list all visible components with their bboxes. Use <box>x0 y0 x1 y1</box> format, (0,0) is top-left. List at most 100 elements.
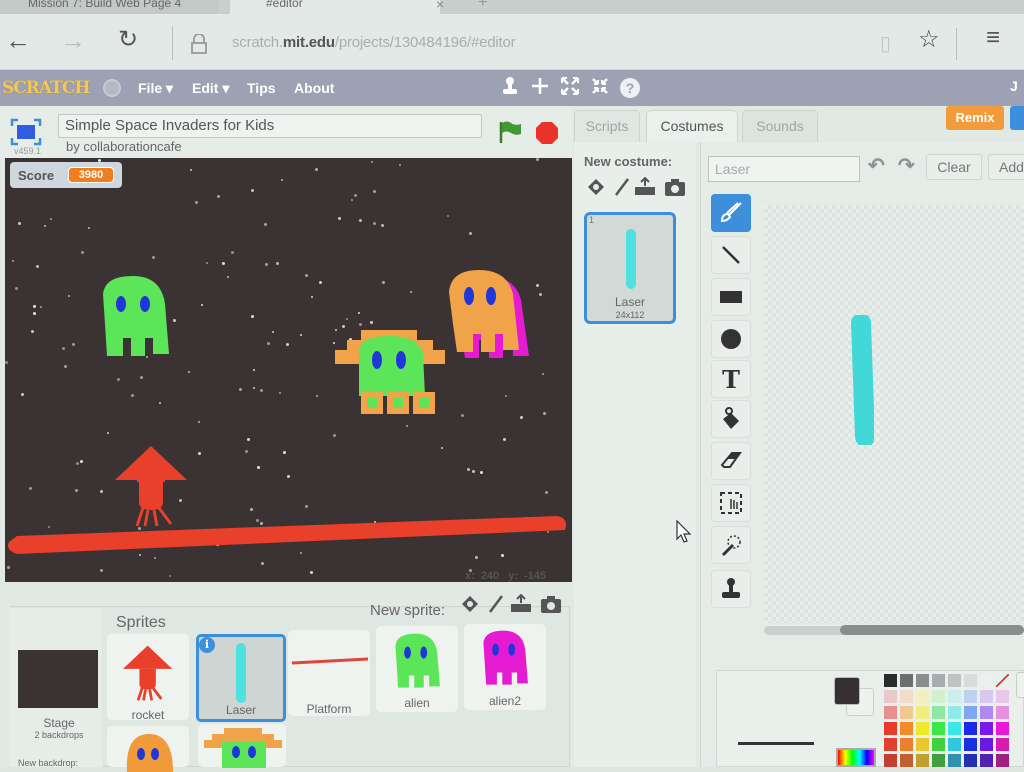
color-swatch[interactable] <box>980 674 993 687</box>
see-project-page-button[interactable] <box>1010 106 1024 130</box>
ellipse-tool[interactable] <box>711 320 751 358</box>
color-swatch[interactable] <box>964 674 977 687</box>
color-swatch[interactable] <box>884 690 897 703</box>
score-monitor[interactable]: Score 3980 <box>10 162 122 188</box>
color-swatch[interactable] <box>884 674 897 687</box>
menu-tips[interactable]: Tips <box>247 80 276 96</box>
color-swatch[interactable] <box>900 722 913 735</box>
alien2-sprite[interactable] <box>445 270 535 362</box>
color-swatch[interactable] <box>964 722 977 735</box>
color-swatch[interactable] <box>964 754 977 767</box>
choose-sprite-from-library-icon[interactable] <box>460 594 480 620</box>
delete-scissors-icon[interactable] <box>530 76 550 102</box>
color-swatch[interactable] <box>900 674 913 687</box>
color-swatch[interactable] <box>948 738 961 751</box>
address-bar[interactable]: scratch.mit.edu/projects/130484196/#edit… <box>232 34 516 51</box>
color-swatch[interactable] <box>916 738 929 751</box>
upload-costume-icon[interactable] <box>634 176 656 203</box>
color-swatch[interactable] <box>884 738 897 751</box>
color-swatch[interactable] <box>996 690 1009 703</box>
color-swatch[interactable] <box>996 722 1009 735</box>
menu-about[interactable]: About <box>294 80 334 96</box>
text-tool[interactable]: T <box>711 360 751 398</box>
remix-button[interactable]: Remix <box>946 106 1004 130</box>
browser-tab-editor[interactable]: #editor <box>230 0 440 14</box>
favorite-star-icon[interactable]: ☆ <box>918 26 940 54</box>
project-title-input[interactable]: Simple Space Invaders for Kids <box>58 114 482 138</box>
fill-tool[interactable] <box>711 400 751 438</box>
duplicate-stamp-icon[interactable] <box>500 76 520 102</box>
project-author[interactable]: by collaborationcafe <box>66 139 182 154</box>
scratch-logo[interactable]: SCRATCH <box>2 78 90 98</box>
color-swatch[interactable] <box>932 674 945 687</box>
color-swatch[interactable] <box>932 722 945 735</box>
select-tool[interactable] <box>711 484 751 522</box>
color-swatch[interactable] <box>948 722 961 735</box>
color-swatch[interactable] <box>996 706 1009 719</box>
costume-name-input[interactable]: Laser <box>708 156 860 182</box>
color-swatch[interactable] <box>900 706 913 719</box>
info-icon[interactable]: i <box>199 637 215 653</box>
color-swatch[interactable] <box>916 706 929 719</box>
sprite-tile-orange-alien[interactable] <box>107 726 189 772</box>
color-spectrum-picker[interactable] <box>836 748 876 767</box>
shrink-icon[interactable] <box>590 76 610 102</box>
palette-more-button[interactable] <box>1016 672 1024 698</box>
color-swatch[interactable] <box>964 706 977 719</box>
tab-close-icon[interactable]: × <box>436 0 444 12</box>
paint-new-costume-icon[interactable] <box>612 177 632 203</box>
presentation-mode-icon[interactable] <box>10 118 42 146</box>
primary-color-swatch[interactable] <box>834 677 860 705</box>
color-swatch[interactable] <box>932 706 945 719</box>
menu-file[interactable]: File ▾ <box>138 80 173 97</box>
help-icon[interactable]: ? <box>620 78 640 98</box>
stamp-tool[interactable] <box>711 570 751 608</box>
color-swatch[interactable] <box>932 690 945 703</box>
stage-thumbnail[interactable] <box>18 650 98 708</box>
color-swatch[interactable] <box>980 690 993 703</box>
redo-icon[interactable]: ↷ <box>898 153 915 178</box>
grow-icon[interactable] <box>560 76 580 102</box>
sprite-tile-alien2[interactable]: alien2 <box>464 624 546 710</box>
sprite-tile-hat-alien[interactable] <box>198 724 286 768</box>
platform-sprite[interactable] <box>5 508 572 558</box>
color-swatch[interactable] <box>964 690 977 703</box>
color-swatch[interactable] <box>916 674 929 687</box>
hub-menu-icon[interactable]: ≡ <box>986 24 1000 52</box>
browser-tab-mission[interactable]: Mission 7: Build Web Page 4 <box>0 0 218 14</box>
paint-canvas[interactable] <box>764 205 1024 623</box>
color-swatch[interactable] <box>900 690 913 703</box>
color-swatch[interactable] <box>996 738 1009 751</box>
color-swatch[interactable] <box>980 754 993 767</box>
color-swatch[interactable] <box>980 722 993 735</box>
color-swatch[interactable] <box>948 690 961 703</box>
color-swatch[interactable] <box>980 738 993 751</box>
tab-sounds[interactable]: Sounds <box>742 110 818 142</box>
color-swatch[interactable] <box>916 690 929 703</box>
color-swatch[interactable] <box>916 754 929 767</box>
clear-button[interactable]: Clear <box>926 154 982 180</box>
color-swatch[interactable] <box>916 722 929 735</box>
paint-new-sprite-icon[interactable] <box>486 594 506 620</box>
color-swatch[interactable] <box>900 754 913 767</box>
choose-costume-from-library-icon[interactable] <box>586 177 606 203</box>
color-swatch[interactable] <box>948 706 961 719</box>
color-swatch[interactable] <box>948 674 961 687</box>
color-swatch[interactable] <box>932 738 945 751</box>
color-swatch[interactable] <box>948 754 961 767</box>
sprite-tile-alien[interactable]: alien <box>376 626 458 712</box>
costume-tile-laser[interactable]: 1 Laser 24x112 <box>584 212 676 324</box>
sprite-tile-laser[interactable]: i Laser <box>196 634 286 722</box>
stage-canvas[interactable]: Score 3980 <box>5 158 572 582</box>
rectangle-tool[interactable] <box>711 278 751 316</box>
undo-icon[interactable]: ↶ <box>868 153 885 178</box>
forward-icon[interactable]: → <box>60 26 86 54</box>
eraser-tool[interactable] <box>711 442 751 480</box>
green-flag-icon[interactable] <box>498 120 524 144</box>
back-icon[interactable]: ← <box>5 26 31 54</box>
color-swatch[interactable] <box>900 738 913 751</box>
reload-icon[interactable]: ↻ <box>118 26 138 54</box>
color-swatch[interactable] <box>996 754 1009 767</box>
language-globe-icon[interactable] <box>103 79 121 97</box>
camera-sprite-icon[interactable] <box>540 594 562 620</box>
